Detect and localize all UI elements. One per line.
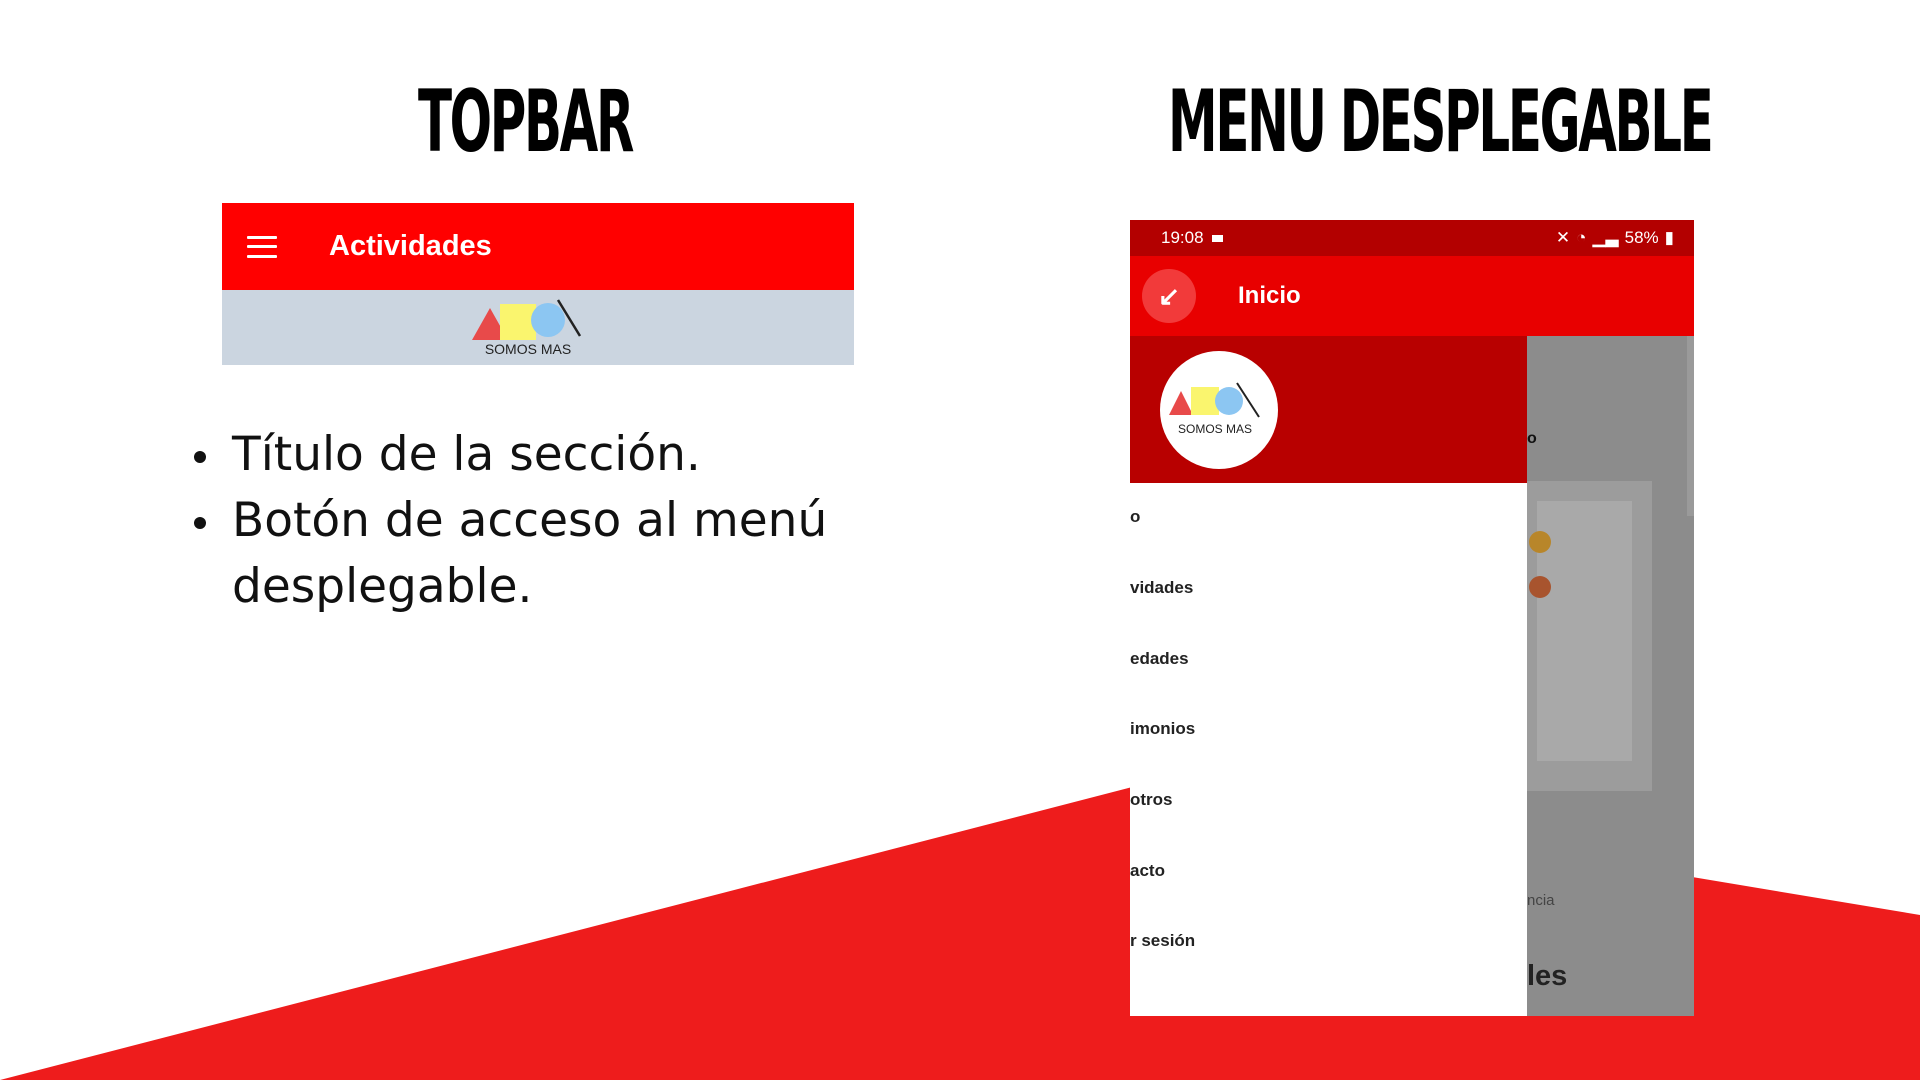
drawer-item[interactable]: imonios (1130, 719, 1195, 739)
drawer-item[interactable]: edades (1130, 649, 1189, 669)
behind-badge (1529, 531, 1551, 553)
drawer-item[interactable]: otros (1130, 790, 1173, 810)
bullet-item: Título de la sección. (194, 422, 932, 488)
behind-card-image (1537, 501, 1632, 761)
appbar-title: Inicio (1238, 282, 1301, 309)
bullet-item: Botón de acceso al menú desplegable. (194, 488, 932, 620)
logo-strip: SOMOS MAS (222, 290, 854, 365)
drawer-header: SOMOS MAS (1130, 336, 1527, 483)
heading-menu-desplegable: MENU DESPLEGABLE (1168, 72, 1714, 172)
back-arrow-icon[interactable]: ↙ (1142, 269, 1196, 323)
battery-level: 58% (1624, 228, 1659, 247)
behind-text: ncia (1527, 892, 1555, 909)
behind-badge (1529, 576, 1551, 598)
scrollbar (1687, 336, 1694, 516)
svg-text:SOMOS MAS: SOMOS MAS (1178, 422, 1252, 436)
mute-icon: ✕ (1555, 228, 1571, 247)
drawer-item[interactable]: vidades (1130, 578, 1193, 598)
somos-mas-logo: SOMOS MAS (1169, 382, 1260, 436)
somos-mas-logo: SOMOS MAS (472, 298, 582, 357)
hamburger-menu-icon[interactable] (247, 235, 277, 258)
drawer-item[interactable]: acto (1130, 861, 1165, 881)
heading-topbar: TOPBAR (417, 72, 634, 172)
drawer-item[interactable]: o (1130, 507, 1140, 527)
status-bar: 19:08 ✕ ◔ ▁▃ 58% ▮ (1130, 220, 1694, 256)
topbar-mockup: Actividades SOMOS MAS (222, 203, 854, 365)
topbar-title: Actividades (329, 230, 492, 262)
battery-icon: ▮ (1664, 228, 1674, 247)
behind-heading: les (1527, 960, 1568, 992)
navigation-drawer: SOMOS MAS o vidades edades imonios otros… (1130, 336, 1527, 1016)
content-behind-drawer: o ncia les (1527, 336, 1694, 1016)
status-time: 19:08 (1161, 228, 1204, 247)
topbar: Actividades (222, 203, 854, 290)
app-bar: ↙ Inicio (1130, 256, 1694, 336)
video-icon (1211, 234, 1223, 242)
phone-screenshot: 19:08 ✕ ◔ ▁▃ 58% ▮ ↙ Inicio o ncia les S… (1130, 220, 1694, 1016)
signal-icon: ▁▃ (1592, 228, 1619, 247)
behind-text: o (1527, 430, 1537, 447)
bullet-list: Título de la sección. Botón de acceso al… (194, 422, 932, 620)
drawer-logo: SOMOS MAS (1160, 351, 1278, 469)
wifi-icon: ◔ (1576, 228, 1587, 247)
drawer-item[interactable]: r sesión (1130, 931, 1195, 951)
svg-text:SOMOS MAS: SOMOS MAS (485, 341, 571, 357)
